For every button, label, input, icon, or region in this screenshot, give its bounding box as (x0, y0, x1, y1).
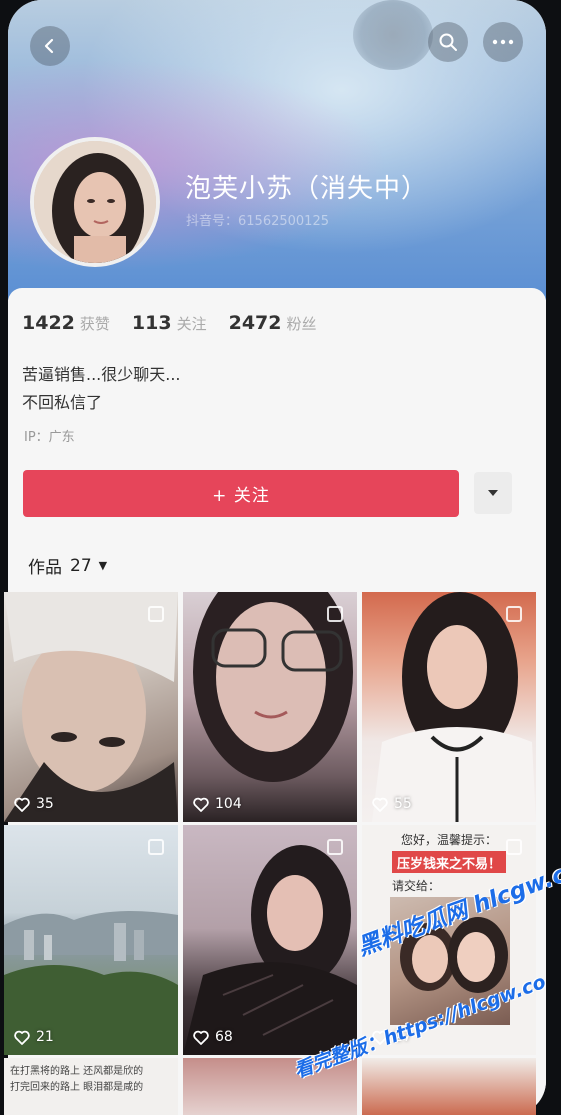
stat-following[interactable]: 113 关注 (132, 312, 207, 334)
follow-button[interactable]: + 关注 (23, 470, 459, 517)
like-count-value: 68 (215, 1029, 233, 1045)
select-box-icon (327, 606, 343, 622)
stat-likes: 1422 获赞 (22, 312, 110, 334)
video-thumbnail[interactable]: 104 (183, 592, 357, 822)
like-count: 104 (193, 796, 242, 812)
heart-icon (193, 797, 209, 812)
thumbnail-image (183, 845, 357, 1055)
stat-label: 关注 (176, 315, 207, 333)
like-count: 68 (193, 1029, 233, 1045)
more-dots-icon (492, 39, 514, 45)
stat-label: 获赞 (79, 315, 110, 333)
select-box-icon (148, 839, 164, 855)
notice-banner: 压岁钱来之不易！ (392, 851, 506, 873)
thumbnail-caption: 在打黑将的路上 还风都是欣的 (10, 1066, 144, 1077)
chevron-left-icon (44, 38, 54, 54)
more-button[interactable] (483, 22, 523, 62)
heart-icon (193, 1030, 209, 1045)
thumbnail-image (4, 911, 178, 1055)
like-count-value: 21 (36, 1029, 54, 1045)
stat-label: 粉丝 (286, 315, 317, 333)
stat-value: 1422 (22, 312, 75, 334)
recommend-dropdown-button[interactable] (474, 472, 512, 514)
video-thumbnail[interactable]: 55 (362, 592, 536, 822)
profile-stats: 1422 获赞 113 关注 2472 粉丝 (22, 312, 339, 334)
avatar-portrait (34, 141, 156, 263)
bio-line: 不回私信了 (22, 393, 103, 412)
video-thumbnail[interactable]: 在打黑将的路上 还风都是欣的 打完回来的路上 眼泪都是咸的 (4, 1058, 178, 1115)
avatar[interactable] (30, 137, 160, 267)
profile-nickname: 泡芙小苏（消失中） (185, 174, 429, 204)
stat-value: 2472 (228, 312, 282, 334)
thumbnail-image (372, 592, 536, 822)
search-icon (439, 33, 457, 51)
select-box-icon (506, 839, 522, 855)
bio-line: 苦逼销售...很少聊天... (22, 365, 181, 384)
video-grid-next-row: 在打黑将的路上 还风都是欣的 打完回来的路上 眼泪都是咸的 (4, 1058, 536, 1115)
heart-icon (14, 797, 30, 812)
video-thumbnail[interactable]: 21 (4, 825, 178, 1055)
tab-works[interactable]: 作品 27 ▼ (28, 553, 108, 579)
heart-icon (372, 797, 388, 812)
blur-decoration (353, 0, 433, 70)
douyin-id[interactable]: 抖音号：61562500125 (186, 210, 329, 229)
thumbnail-image (193, 592, 353, 782)
notice-subtitle: 请交给： (392, 879, 441, 893)
ip-location: IP：广东 (24, 430, 75, 445)
profile-bio: 苦逼销售...很少聊天... 不回私信了 (22, 361, 181, 417)
heart-icon (14, 1030, 30, 1045)
search-button[interactable] (428, 22, 468, 62)
stat-followers[interactable]: 2472 粉丝 (229, 312, 317, 334)
caret-down-icon: ▼ (98, 559, 108, 572)
thumbnail-image (4, 592, 178, 822)
video-thumbnail[interactable]: 35 (4, 592, 178, 822)
like-count-value: 104 (215, 796, 242, 812)
like-count: 35 (14, 796, 54, 812)
tab-works-label: 作品 (28, 558, 62, 578)
select-box-icon (506, 606, 522, 622)
thumbnail-caption: 打完回来的路上 眼泪都是咸的 (10, 1082, 144, 1093)
stat-value: 113 (131, 312, 172, 334)
tab-works-count: 27 (70, 555, 92, 576)
caret-down-icon (488, 490, 498, 496)
video-thumbnail[interactable] (362, 1058, 536, 1115)
back-button[interactable] (30, 26, 70, 66)
video-thumbnail[interactable]: 68 (183, 825, 357, 1055)
like-count-value: 55 (394, 796, 412, 812)
like-count-value: 35 (36, 796, 54, 812)
select-box-icon (327, 839, 343, 855)
like-count: 55 (372, 796, 412, 812)
select-box-icon (148, 606, 164, 622)
like-count: 21 (14, 1029, 54, 1045)
